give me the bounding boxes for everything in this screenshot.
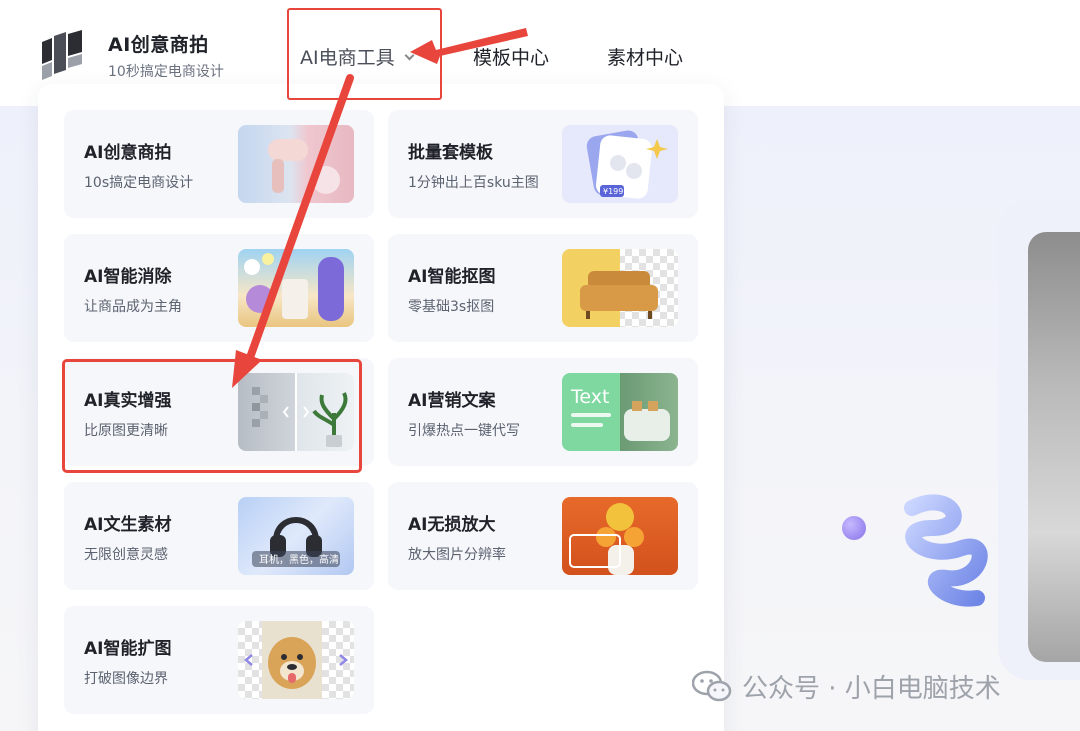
tool-card-subtitle: 打破图像边界 [84, 671, 168, 687]
girl-oranges-thumbnail [562, 497, 678, 575]
tool-card-subtitle: 零基础3s抠图 [408, 299, 495, 315]
earbuds-template-thumbnail: ¥199 [562, 125, 678, 203]
tool-card-title: AI文生素材 [84, 515, 172, 535]
nav-template-center[interactable]: 模板中心 [473, 43, 549, 70]
tool-card-subtitle: 10s搞定电商设计 [84, 175, 194, 191]
tool-card-title: AI无损放大 [408, 515, 496, 535]
tool-card-title: 批量套模板 [408, 143, 493, 163]
tool-card-title: AI营销文案 [408, 391, 496, 411]
brand-subtitle: 10秒搞定电商设计 [108, 64, 224, 80]
wechat-watermark: 公众号 · 小白电脑技术 [692, 668, 1001, 705]
tool-card-subtitle: 引爆热点一键代写 [408, 423, 520, 439]
price-tag: ¥199 [603, 187, 623, 196]
annotation-highlight-card [62, 359, 362, 473]
hair-dryer-thumbnail [238, 125, 354, 203]
nav-asset-center[interactable]: 素材中心 [607, 43, 683, 70]
brand-title[interactable]: AI创意商拍 [108, 30, 209, 57]
tool-card-title: AI智能抠图 [408, 267, 496, 287]
cosmetics-thumbnail [238, 249, 354, 327]
tool-card-title: AI创意商拍 [84, 143, 172, 163]
tool-card-title: AI智能扩图 [84, 639, 172, 659]
wechat-icon [692, 670, 732, 701]
tool-card-batch-template[interactable]: 批量套模板 1分钟出上百sku主图 ¥199 [388, 110, 698, 218]
tool-card-ai-smart-expand[interactable]: AI智能扩图 打破图像边界 [64, 606, 374, 714]
tool-card-subtitle: 1分钟出上百sku主图 [408, 175, 539, 191]
sofa-cutout-thumbnail [562, 249, 678, 327]
tool-card-subtitle: 让商品成为主角 [84, 299, 182, 315]
decorative-spring-icon [904, 494, 988, 607]
tool-card-subtitle: 放大图片分辨率 [408, 547, 506, 563]
tool-card-ai-smart-cutout[interactable]: AI智能抠图 零基础3s抠图 [388, 234, 698, 342]
thumb-prompt-caption: 耳机，黑色，高清 [259, 553, 339, 566]
tool-card-ai-lossless-upscale[interactable]: AI无损放大 放大图片分辨率 [388, 482, 698, 590]
text-toaster-thumbnail: Text [562, 373, 678, 451]
dog-expand-thumbnail [238, 621, 354, 699]
annotation-highlight-nav [287, 8, 442, 100]
tool-card-ai-marketing-copy[interactable]: AI营销文案 引爆热点一键代写 Text [388, 358, 698, 466]
watermark-text: 公众号 · 小白电脑技术 [742, 674, 1001, 704]
brand-logo-icon[interactable] [42, 30, 90, 80]
tool-card-subtitle: 无限创意灵感 [84, 547, 168, 563]
decorative-sphere [842, 516, 866, 540]
headphones-thumbnail: 耳机，黑色，高清 [238, 497, 354, 575]
tool-card-ai-creative-photo[interactable]: AI创意商拍 10s搞定电商设计 [64, 110, 374, 218]
tool-card-title: AI智能消除 [84, 267, 172, 287]
tool-card-ai-smart-erase[interactable]: AI智能消除 让商品成为主角 [64, 234, 374, 342]
tool-card-ai-text-to-asset[interactable]: AI文生素材 无限创意灵感 耳机，黑色，高清 [64, 482, 374, 590]
hero-preview-image [1028, 232, 1080, 662]
thumb-text-label: Text [570, 386, 609, 408]
